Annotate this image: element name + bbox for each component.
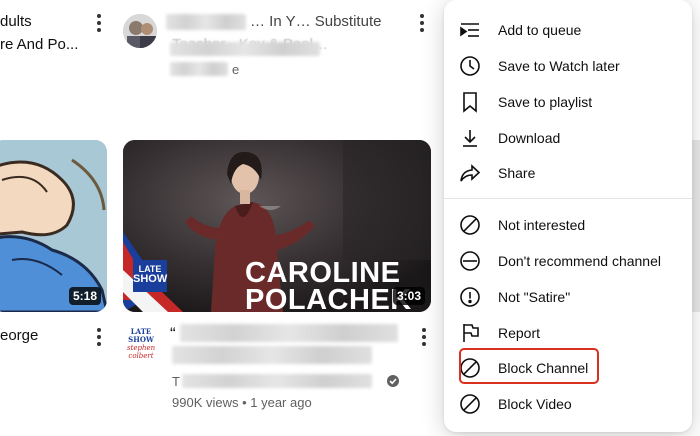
bookmark-icon bbox=[458, 90, 482, 114]
views-age: 990K views • 1 year ago bbox=[172, 395, 312, 410]
clock-icon bbox=[458, 54, 482, 78]
blurred-text bbox=[170, 62, 228, 76]
menu-item-label: Add to queue bbox=[498, 22, 582, 38]
video-title[interactable]: eorge bbox=[0, 325, 38, 347]
video-duration: 3:03 bbox=[392, 287, 425, 305]
video-title-line1[interactable]: dults bbox=[0, 11, 32, 33]
next-thumbnail-edge[interactable] bbox=[692, 140, 700, 312]
verified-icon bbox=[386, 374, 400, 388]
menu-item-download[interactable]: Download bbox=[444, 120, 692, 156]
menu-item-report[interactable]: Report bbox=[444, 315, 692, 351]
channel-avatar[interactable] bbox=[123, 14, 157, 48]
more-options-icon[interactable] bbox=[90, 326, 108, 348]
blurred-text bbox=[170, 42, 320, 56]
blurred-text bbox=[182, 374, 372, 388]
thumbnail-caption: CAROLINE POLACHEK bbox=[245, 257, 412, 313]
video-title-line1[interactable]: … In Y… Substitute bbox=[250, 11, 381, 33]
menu-item-save-playlist[interactable]: Save to playlist bbox=[444, 84, 692, 120]
menu-item-label: Not "Satire" bbox=[498, 289, 571, 305]
queue-icon bbox=[458, 18, 482, 42]
menu-item-label: Block Video bbox=[498, 396, 572, 412]
ban-icon bbox=[458, 213, 482, 237]
blurred-text bbox=[166, 14, 246, 30]
download-icon bbox=[458, 126, 482, 150]
menu-item-label: Not interested bbox=[498, 217, 586, 233]
video-thumbnail[interactable]: LATE SHOW CAROLINE POLACHEK 3:03 bbox=[123, 140, 431, 312]
exclamation-circle-icon bbox=[458, 285, 482, 309]
video-duration: 5:18 bbox=[68, 287, 101, 305]
menu-item-label: Save to Watch later bbox=[498, 58, 620, 74]
share-icon bbox=[458, 161, 482, 185]
menu-item-label: Share bbox=[498, 165, 536, 181]
menu-item-dont-recommend-channel[interactable]: Don't recommend channel bbox=[444, 243, 692, 279]
menu-item-not-satire[interactable]: Not "Satire" bbox=[444, 279, 692, 315]
blurred-text bbox=[172, 346, 372, 364]
menu-item-label: Don't recommend channel bbox=[498, 253, 661, 269]
menu-divider bbox=[444, 198, 692, 199]
video-title-line2[interactable]: re And Po... bbox=[0, 34, 78, 56]
more-options-icon[interactable] bbox=[415, 326, 433, 348]
menu-item-add-to-queue[interactable]: Add to queue bbox=[444, 12, 692, 48]
menu-item-share[interactable]: Share bbox=[444, 155, 692, 191]
channel-logo[interactable]: LATE SHOW stephen colbert bbox=[127, 328, 155, 361]
more-options-icon[interactable] bbox=[90, 12, 108, 34]
minus-circle-icon bbox=[458, 249, 482, 273]
channel-initial[interactable]: T bbox=[172, 374, 180, 389]
highlight-annotation bbox=[459, 348, 599, 384]
ban-icon bbox=[458, 392, 482, 416]
menu-item-block-video[interactable]: Block Video bbox=[444, 386, 692, 422]
video-meta: e bbox=[232, 62, 240, 77]
flag-icon bbox=[458, 321, 482, 345]
menu-item-label: Save to playlist bbox=[498, 94, 593, 110]
menu-item-label: Report bbox=[498, 325, 541, 341]
video-title-quote[interactable]: “ bbox=[170, 323, 176, 345]
more-options-icon[interactable] bbox=[413, 12, 431, 34]
menu-item-save-watch-later[interactable]: Save to Watch later bbox=[444, 48, 692, 84]
menu-item-label: Download bbox=[498, 130, 561, 146]
menu-item-not-interested[interactable]: Not interested bbox=[444, 207, 692, 243]
blurred-text bbox=[180, 324, 398, 342]
late-show-badge: LATE SHOW bbox=[133, 260, 167, 292]
video-thumbnail[interactable]: 5:18 bbox=[0, 140, 107, 312]
